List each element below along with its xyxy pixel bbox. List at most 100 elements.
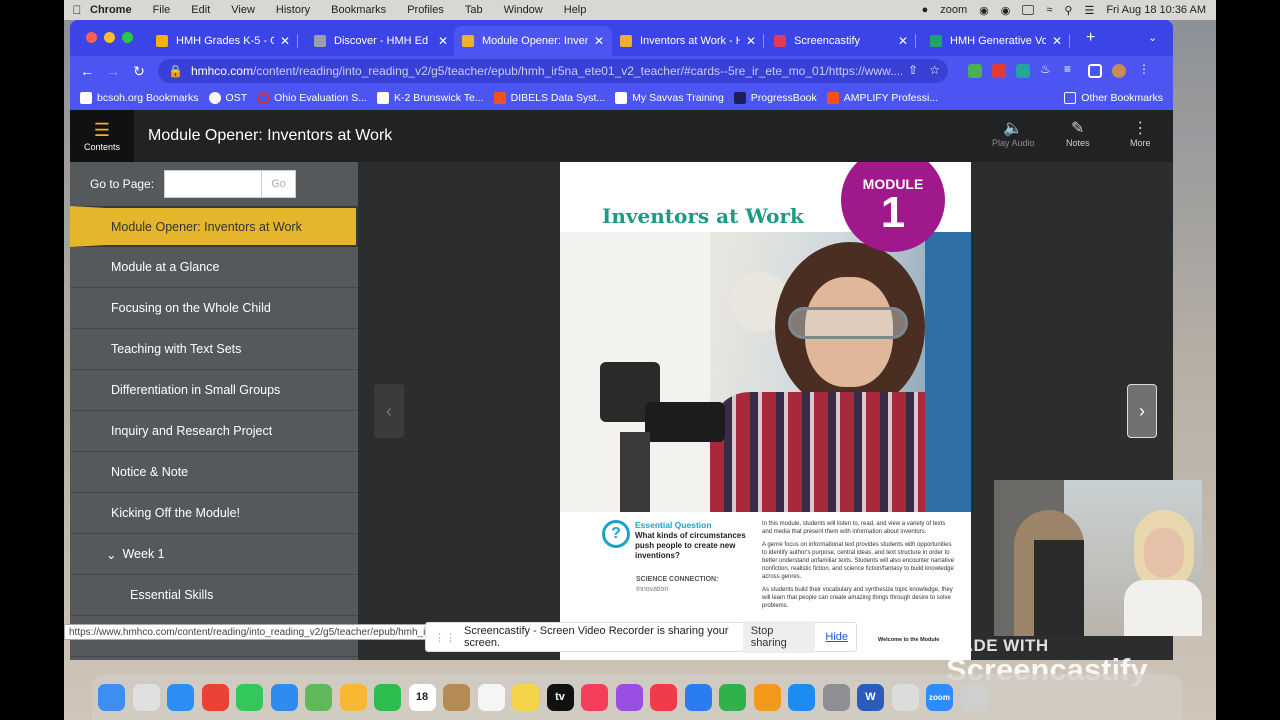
dock-finder-icon[interactable] xyxy=(98,683,125,711)
puzzle-extensions-icon[interactable]: ♨ xyxy=(1040,62,1054,76)
menu-app-name[interactable]: Chrome xyxy=(90,4,132,16)
bookmark-ohio-evaluation[interactable]: Ohio Evaluation S... xyxy=(257,92,367,104)
dock-word-icon[interactable]: W xyxy=(857,683,884,711)
contents-button[interactable]: ☰ Contents xyxy=(70,110,134,162)
toc-item-notice-note[interactable]: Notice & Note xyxy=(70,452,358,493)
dock-maps-icon[interactable] xyxy=(305,683,332,711)
zoom-tray-label[interactable]: zoom xyxy=(940,4,967,16)
dock-numbers-icon[interactable] xyxy=(719,683,746,711)
dock-preview-icon[interactable] xyxy=(891,683,919,711)
dock-messages-icon[interactable] xyxy=(236,683,263,711)
dock-apple-tv-icon[interactable]: tv xyxy=(546,683,574,711)
menu-tab[interactable]: Tab xyxy=(465,4,483,16)
dock-chrome-icon[interactable] xyxy=(201,683,229,711)
play-audio-button[interactable]: 🔈 Play Audio xyxy=(992,118,1035,148)
reload-button[interactable]: ↻ xyxy=(126,63,152,80)
next-page-button[interactable]: › xyxy=(1127,384,1157,438)
toc-item-text-sets[interactable]: Teaching with Text Sets xyxy=(70,329,358,370)
dock-photos-icon[interactable] xyxy=(339,683,367,711)
reading-list-icon[interactable]: ≡ xyxy=(1064,62,1078,76)
page-number-input[interactable] xyxy=(164,170,263,198)
profile-avatar[interactable] xyxy=(1112,64,1126,78)
bookmark-star-icon[interactable]: ☆ xyxy=(923,63,940,77)
battery-icon[interactable] xyxy=(1022,5,1035,15)
dock-news-icon[interactable] xyxy=(650,683,677,711)
menu-bookmarks[interactable]: Bookmarks xyxy=(331,4,386,16)
dock-reminders-icon[interactable] xyxy=(477,683,505,711)
browser-tab[interactable]: Inventors at Work - HM ✕ xyxy=(612,26,764,56)
bookmark-progressbook[interactable]: ProgressBook xyxy=(733,92,817,104)
apple-menu-icon[interactable]:  xyxy=(64,3,90,17)
toc-item-whole-child[interactable]: Focusing on the Whole Child xyxy=(70,288,358,329)
close-window-button[interactable] xyxy=(86,32,97,43)
dock-trash-icon[interactable] xyxy=(960,683,988,711)
close-tab-icon[interactable]: ✕ xyxy=(438,34,448,48)
camera-tray-icon[interactable]: ● xyxy=(922,4,929,16)
dock-launchpad-icon[interactable] xyxy=(132,683,160,711)
menu-edit[interactable]: Edit xyxy=(191,4,210,16)
record-tray-icon[interactable]: ◉ xyxy=(1001,4,1011,17)
menu-window[interactable]: Window xyxy=(504,4,543,16)
more-button[interactable]: ⋮ More xyxy=(1130,118,1151,148)
browser-tab[interactable]: HMH Generative Voca ✕ xyxy=(922,26,1070,56)
dock-facetime-icon[interactable] xyxy=(374,683,401,711)
go-button[interactable]: Go xyxy=(262,170,297,198)
drag-handle-icon[interactable]: ⋮⋮ xyxy=(434,631,456,644)
browser-tab[interactable]: Screencastify ✕ xyxy=(766,26,916,56)
stop-sharing-button[interactable]: Stop sharing xyxy=(742,621,816,653)
minimize-window-button[interactable] xyxy=(104,32,115,43)
bookmark-amplify[interactable]: AMPLIFY Professi... xyxy=(826,92,938,104)
notes-button[interactable]: ✎ Notes xyxy=(1066,118,1090,148)
dock-notes-icon[interactable] xyxy=(512,683,539,711)
address-bar[interactable]: 🔒 hmhco.com/content/reading/into_reading… xyxy=(158,59,948,83)
dock-calendar-icon[interactable]: 18 xyxy=(408,683,436,711)
dock-mail-icon[interactable] xyxy=(270,683,298,711)
dock-contacts-icon[interactable] xyxy=(443,683,470,711)
search-spotlight-icon[interactable]: ⚲ xyxy=(1064,4,1072,17)
dock-keynote-icon[interactable] xyxy=(684,683,712,711)
toc-item-differentiation[interactable]: Differentiation in Small Groups xyxy=(70,370,358,411)
wifi-icon[interactable]: ≈ xyxy=(1046,4,1052,16)
dock-system-preferences-icon[interactable] xyxy=(822,683,850,711)
dock-podcasts-icon[interactable] xyxy=(615,683,643,711)
extension-icon[interactable] xyxy=(1016,64,1030,78)
browser-tab[interactable]: HMH Grades K-5 - Go ✕ xyxy=(148,26,298,56)
close-tab-icon[interactable]: ✕ xyxy=(898,34,908,48)
browser-tab[interactable]: Module Opener: Invent ✕ xyxy=(454,26,612,56)
close-tab-icon[interactable]: ✕ xyxy=(746,34,756,48)
close-tab-icon[interactable]: ✕ xyxy=(1052,34,1062,48)
menu-history[interactable]: History xyxy=(276,4,310,16)
dock-zoom-app-icon[interactable]: zoom xyxy=(926,683,953,711)
toc-item-essential-skills[interactable]: Essential Skills xyxy=(70,575,358,616)
toc-item-week-1[interactable]: ⌄ Week 1 xyxy=(70,534,358,575)
menu-help[interactable]: Help xyxy=(564,4,587,16)
bookmark-savvas[interactable]: My Savvas Training xyxy=(615,92,724,104)
previous-page-button[interactable]: ‹ xyxy=(374,384,404,438)
grammarly-tray-icon[interactable]: ◉ xyxy=(979,4,989,17)
toc-item-module-opener[interactable]: Module Opener: Inventors at Work xyxy=(70,206,358,247)
menu-file[interactable]: File xyxy=(153,4,171,16)
share-icon[interactable]: ⇧ xyxy=(901,63,918,77)
bookmark-k2-brunswick[interactable]: K-2 Brunswick Te... xyxy=(376,92,484,104)
bookmark-dibels[interactable]: DIBELS Data Syst... xyxy=(493,92,605,104)
toc-item-module-at-a-glance[interactable]: Module at a Glance xyxy=(70,247,358,288)
menu-profiles[interactable]: Profiles xyxy=(407,4,444,16)
hide-button[interactable]: Hide xyxy=(825,631,848,643)
back-button[interactable]: ← xyxy=(74,63,100,79)
clock-datetime[interactable]: Fri Aug 18 10:36 AM xyxy=(1106,4,1206,16)
new-tab-button[interactable]: + xyxy=(1086,29,1095,47)
dock-pages-icon[interactable] xyxy=(753,683,781,711)
grammarly-extension-icon[interactable] xyxy=(968,64,982,78)
bookmark-other[interactable]: Other Bookmarks xyxy=(1064,92,1163,104)
dock-music-icon[interactable] xyxy=(581,683,608,711)
tab-search-icon[interactable]: ⌄ xyxy=(1148,31,1157,44)
control-center-icon[interactable]: ☰ xyxy=(1084,4,1094,17)
chrome-menu-icon[interactable]: ⋮ xyxy=(1138,62,1152,76)
close-tab-icon[interactable]: ✕ xyxy=(594,34,604,48)
forward-button[interactable]: → xyxy=(100,63,126,79)
dock-safari-icon[interactable] xyxy=(167,683,194,711)
dock-app-store-icon[interactable] xyxy=(788,683,815,711)
zoom-window-button[interactable] xyxy=(122,32,133,43)
close-tab-icon[interactable]: ✕ xyxy=(280,34,290,48)
bookmark-ost[interactable]: OST xyxy=(208,92,247,104)
